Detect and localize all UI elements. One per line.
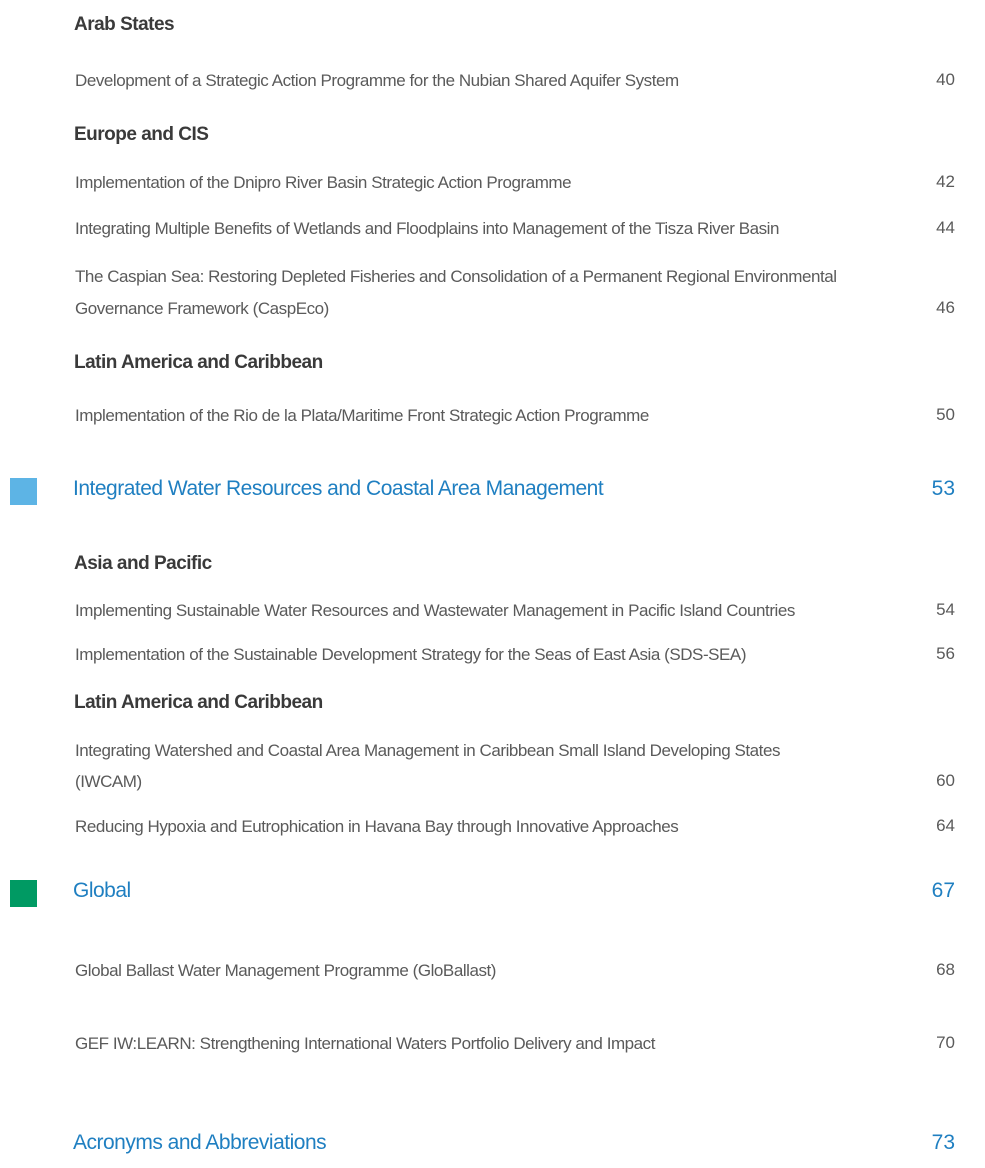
toc-page-number[interactable]: 46 (936, 298, 955, 318)
section-title-iwrm[interactable]: Integrated Water Resources and Coastal A… (73, 477, 604, 501)
toc-page-number[interactable]: 64 (936, 816, 955, 836)
toc-entry-dnipro[interactable]: Implementation of the Dnipro River Basin… (75, 168, 572, 198)
toc-entry-iwcam-line1[interactable]: Integrating Watershed and Coastal Area M… (75, 736, 780, 766)
toc-page-number[interactable]: 42 (936, 172, 955, 192)
toc-page-number[interactable]: 44 (936, 218, 955, 238)
toc-entry-nubian-aquifer[interactable]: Development of a Strategic Action Progra… (75, 66, 679, 96)
toc-entry-caspian-line1[interactable]: The Caspian Sea: Restoring Depleted Fish… (75, 262, 837, 292)
section-page-number[interactable]: 53 (932, 477, 955, 501)
section-title-global[interactable]: Global (73, 879, 131, 903)
toc-entry-iw-learn[interactable]: GEF IW:LEARN: Strengthening Internationa… (75, 1029, 655, 1059)
toc-entry-globallast[interactable]: Global Ballast Water Management Programm… (75, 956, 496, 986)
toc-entry-rio-de-la-plata[interactable]: Implementation of the Rio de la Plata/Ma… (75, 401, 649, 431)
section-color-marker (10, 880, 37, 907)
toc-entry-iwcam-line2[interactable]: (IWCAM) (75, 767, 142, 797)
toc-entry-caspian-line2[interactable]: Governance Framework (CaspEco) (75, 294, 329, 324)
toc-page-number[interactable]: 68 (936, 960, 955, 980)
region-heading-latin-america: Latin America and Caribbean (74, 352, 323, 373)
toc-page-number[interactable]: 40 (936, 70, 955, 90)
toc-page-number[interactable]: 50 (936, 405, 955, 425)
toc-page-number[interactable]: 70 (936, 1033, 955, 1053)
toc-entry-sds-sea[interactable]: Implementation of the Sustainable Develo… (75, 640, 746, 670)
toc-page-number[interactable]: 56 (936, 644, 955, 664)
toc-entry-pacific-islands[interactable]: Implementing Sustainable Water Resources… (75, 596, 795, 626)
section-page-number[interactable]: 67 (932, 879, 955, 903)
section-page-number[interactable]: 73 (932, 1131, 955, 1155)
region-heading-europe-cis: Europe and CIS (74, 124, 209, 145)
toc-entry-tisza[interactable]: Integrating Multiple Benefits of Wetland… (75, 214, 779, 244)
region-heading-asia-pacific: Asia and Pacific (74, 553, 212, 574)
region-heading-latin-america-2: Latin America and Caribbean (74, 692, 323, 713)
region-heading-arab-states: Arab States (74, 14, 175, 35)
section-color-marker (10, 478, 37, 505)
section-title-acronyms[interactable]: Acronyms and Abbreviations (73, 1131, 327, 1155)
toc-page-number[interactable]: 60 (936, 771, 955, 791)
toc-entry-havana-bay[interactable]: Reducing Hypoxia and Eutrophication in H… (75, 812, 679, 842)
toc-page-number[interactable]: 54 (936, 600, 955, 620)
